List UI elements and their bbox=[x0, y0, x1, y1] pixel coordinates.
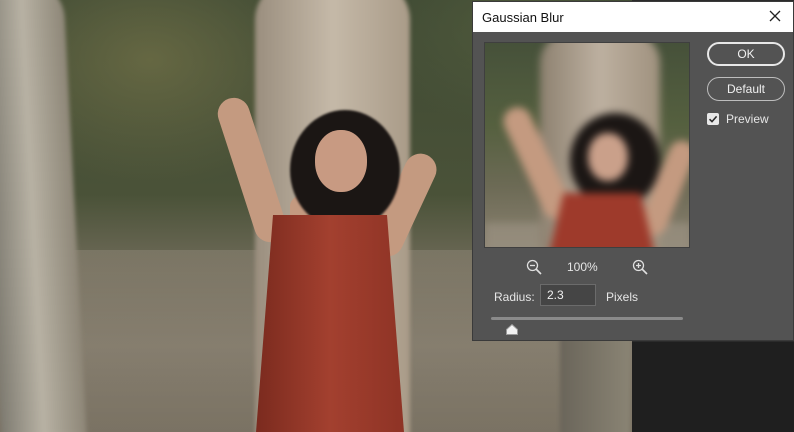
zoom-level: 100% bbox=[567, 260, 598, 274]
preview-toggle[interactable]: Preview bbox=[707, 111, 769, 127]
zoom-in-icon[interactable] bbox=[631, 258, 649, 276]
radius-input[interactable] bbox=[540, 284, 596, 306]
photo-red-dress bbox=[255, 215, 405, 432]
radius-slider-thumb[interactable] bbox=[506, 322, 519, 335]
close-icon[interactable] bbox=[767, 8, 783, 24]
zoom-controls: 100% bbox=[513, 257, 663, 277]
dialog-title: Gaussian Blur bbox=[482, 10, 564, 25]
photo-tree-left bbox=[0, 0, 88, 432]
radius-units: Pixels bbox=[606, 290, 639, 304]
preview-image bbox=[485, 43, 689, 247]
dialog-titlebar[interactable]: Gaussian Blur bbox=[473, 2, 793, 32]
workspace-panel bbox=[632, 342, 794, 432]
gaussian-blur-dialog: Gaussian Blur 100% Radius: Pixels bbox=[472, 1, 794, 341]
blur-preview[interactable] bbox=[484, 42, 690, 248]
preview-face bbox=[588, 133, 628, 181]
preview-checkbox[interactable] bbox=[707, 113, 719, 125]
preview-dress bbox=[547, 193, 657, 247]
zoom-out-icon[interactable] bbox=[525, 258, 543, 276]
radius-label: Radius: bbox=[494, 290, 535, 304]
radius-slider[interactable] bbox=[491, 317, 683, 335]
photo-face bbox=[315, 130, 367, 192]
ok-button[interactable]: OK bbox=[707, 42, 785, 66]
default-button[interactable]: Default bbox=[707, 77, 785, 101]
preview-label: Preview bbox=[726, 112, 769, 126]
